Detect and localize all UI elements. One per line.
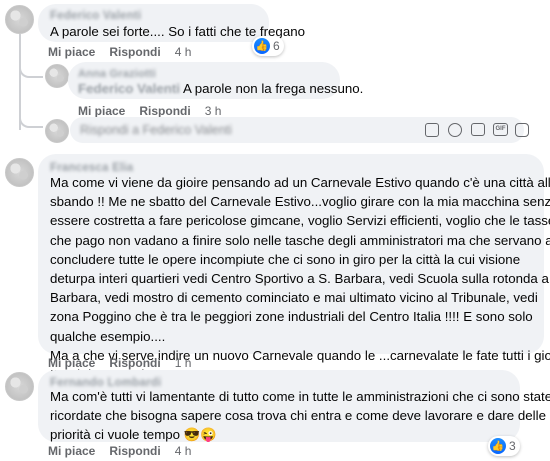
comment-text-line: priorità ci vuole tempo 😎😜 <box>50 427 217 443</box>
avatar[interactable] <box>5 158 34 187</box>
reply-time[interactable]: 3 h <box>205 104 222 118</box>
gif-icon[interactable]: GIF <box>493 123 508 136</box>
comment-text-line: concludere tutte le opere incompiute che… <box>50 251 521 267</box>
comment-text-line: Barbara, vedi mostro di cemento comincia… <box>50 290 538 306</box>
thread-branch <box>19 60 43 78</box>
comment-text: Ma come vi viene da gioire pensando ad u… <box>50 173 550 384</box>
reply-button[interactable]: Rispondi <box>109 356 160 370</box>
reaction-count[interactable]: 👍 6 <box>252 36 284 56</box>
comment-text-line: deturpa interi quartieri vedi Centro Spo… <box>50 271 550 287</box>
comment-time[interactable]: 1 h <box>175 356 192 370</box>
reaction-count[interactable]: 👍 3 <box>488 436 520 456</box>
reaction-number: 3 <box>509 439 516 453</box>
comment-text-line: essere costretta a fare pericolose gimca… <box>50 213 550 229</box>
comment-text-line: Ma come vi viene da gioire pensando ad u… <box>50 175 550 190</box>
reply-mention[interactable]: Federico Valenti <box>78 81 180 96</box>
comment-text-line: ricordate che bisogna sapere cosa trova … <box>50 408 546 424</box>
reply-input[interactable]: Rispondi a Federico Valenti GIF <box>70 117 529 143</box>
comment-text-line: qualche esempio.... <box>50 328 166 344</box>
reply-button[interactable]: Rispondi <box>139 104 190 118</box>
comment-text-line: zona Poggino che è tra le peggiori zone … <box>50 309 533 325</box>
comment-time[interactable]: 4 h <box>175 45 192 59</box>
reaction-number: 6 <box>273 39 280 53</box>
like-button[interactable]: Mi piace <box>48 356 95 370</box>
avatar <box>45 119 69 143</box>
comment-actions: Mi piace Rispondi 4 h <box>48 45 191 59</box>
avatar[interactable] <box>5 5 34 34</box>
comment-text-line: Ma com'è tutti vi lamentante di tutto co… <box>50 389 550 404</box>
like-icon: 👍 <box>490 438 506 454</box>
reply-bubble: Anna Graziotti Federico Valenti A parole… <box>68 62 363 99</box>
reply-button[interactable]: Rispondi <box>109 444 160 458</box>
comment-bubble: Federico Valenti A parole sei forte.... … <box>38 4 305 42</box>
comment-text-line: che pago non vadano a finire solo nelle … <box>50 232 550 248</box>
thread-branch <box>19 110 43 128</box>
avatar[interactable] <box>5 372 34 401</box>
camera-icon[interactable] <box>471 123 485 136</box>
like-icon: 👍 <box>254 38 270 54</box>
comment-bubble: Fernando Lombardi Ma com'è tutti vi lame… <box>38 370 550 442</box>
comment-actions: Mi piace Rispondi 4 h <box>48 444 191 458</box>
comment-text: Ma com'è tutti vi lamentante di tutto co… <box>50 387 550 445</box>
sticker-icon[interactable] <box>425 123 439 137</box>
like-button[interactable]: Mi piace <box>48 45 95 59</box>
reply-actions: Mi piace Rispondi 3 h <box>78 104 221 118</box>
comment-time[interactable]: 4 h <box>175 444 192 458</box>
reply-button[interactable]: Rispondi <box>109 45 160 59</box>
avatar[interactable] <box>45 64 69 88</box>
emoji-icon[interactable] <box>448 123 462 137</box>
sticker-face-icon[interactable] <box>515 123 529 137</box>
comment-bubble: Francesca Elia Ma come vi viene da gioir… <box>38 154 550 382</box>
reply-input-placeholder: Rispondi a Federico Valenti <box>80 123 232 137</box>
comment-text-line: sbando !! Me ne sbatto del Carnevale Est… <box>50 194 550 210</box>
comment-actions: Mi piace Rispondi 1 h <box>48 356 191 370</box>
reply-text: A parole non la frega nessuno. <box>182 81 364 96</box>
reply-text-line: Federico Valenti A parole non la frega n… <box>78 79 363 98</box>
like-button[interactable]: Mi piace <box>78 104 125 118</box>
like-button[interactable]: Mi piace <box>48 444 95 458</box>
